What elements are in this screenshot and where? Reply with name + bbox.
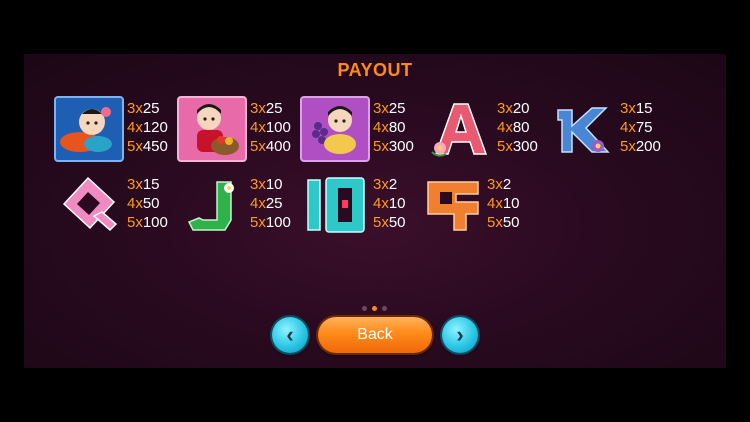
- paytable-letter-k: 3x15 4x75 5x200: [620, 99, 661, 156]
- pay-row: 4x80: [497, 119, 530, 136]
- page-dot: [382, 306, 387, 311]
- pay-row: 5x300: [497, 138, 538, 155]
- back-button[interactable]: Back: [318, 317, 432, 353]
- child-grapes-icon: [300, 96, 370, 162]
- letter-j-icon: [177, 172, 247, 238]
- pay-row: 3x2: [373, 176, 398, 193]
- pay-row: 5x300: [373, 138, 414, 155]
- pay-row: 3x15: [620, 100, 653, 117]
- paytable-number-9: 3x2 4x10 5x50: [487, 175, 520, 232]
- letter-q-icon: [54, 172, 124, 238]
- pay-row: 4x10: [487, 195, 520, 212]
- pay-row: 4x80: [373, 119, 406, 136]
- pay-row: 4x10: [373, 195, 406, 212]
- letter-k-icon: [548, 96, 618, 162]
- girl-fruit-basket-icon: [177, 96, 247, 162]
- paytable-boy-koi: 3x25 4x120 5x450: [127, 99, 168, 156]
- number-9-icon: [420, 172, 490, 238]
- page-dot-active: [372, 306, 377, 311]
- pay-row: 4x120: [127, 119, 168, 136]
- pay-row: 3x25: [127, 100, 160, 117]
- pay-row: 3x20: [497, 100, 530, 117]
- pay-row: 5x450: [127, 138, 168, 155]
- letter-a-icon: [424, 96, 494, 162]
- pay-row: 5x200: [620, 138, 661, 155]
- paytable-girl-fruit: 3x25 4x100 5x400: [250, 99, 291, 156]
- chevron-right-icon: ›: [456, 322, 464, 347]
- boy-koi-fish-icon: [54, 96, 124, 162]
- pay-row: 5x50: [487, 214, 520, 231]
- pay-row: 3x10: [250, 176, 283, 193]
- pay-row: 3x2: [487, 176, 512, 193]
- number-10-icon: [300, 172, 370, 238]
- pay-row: 3x25: [373, 100, 406, 117]
- page-indicator: [362, 306, 387, 311]
- pay-row: 3x15: [127, 176, 160, 193]
- paytable-child-grapes: 3x25 4x80 5x300: [373, 99, 414, 156]
- page-title: PAYOUT: [337, 60, 413, 80]
- previous-page-button[interactable]: ‹: [272, 317, 308, 353]
- pay-row: 4x75: [620, 119, 653, 136]
- pay-row: 4x100: [250, 119, 291, 136]
- chevron-left-icon: ‹: [286, 322, 294, 347]
- paytable-letter-a: 3x20 4x80 5x300: [497, 99, 538, 156]
- paytable-letter-j: 3x10 4x25 5x100: [250, 175, 291, 232]
- pay-row: 5x50: [373, 214, 406, 231]
- next-page-button[interactable]: ›: [442, 317, 478, 353]
- pay-row: 4x50: [127, 195, 160, 212]
- pay-row: 3x25: [250, 100, 283, 117]
- pay-row: 5x100: [127, 214, 168, 231]
- page-dot: [362, 306, 367, 311]
- paytable-number-10: 3x2 4x10 5x50: [373, 175, 406, 232]
- paytable-letter-q: 3x15 4x50 5x100: [127, 175, 168, 232]
- pay-row: 5x100: [250, 214, 291, 231]
- pay-row: 5x400: [250, 138, 291, 155]
- pay-row: 4x25: [250, 195, 283, 212]
